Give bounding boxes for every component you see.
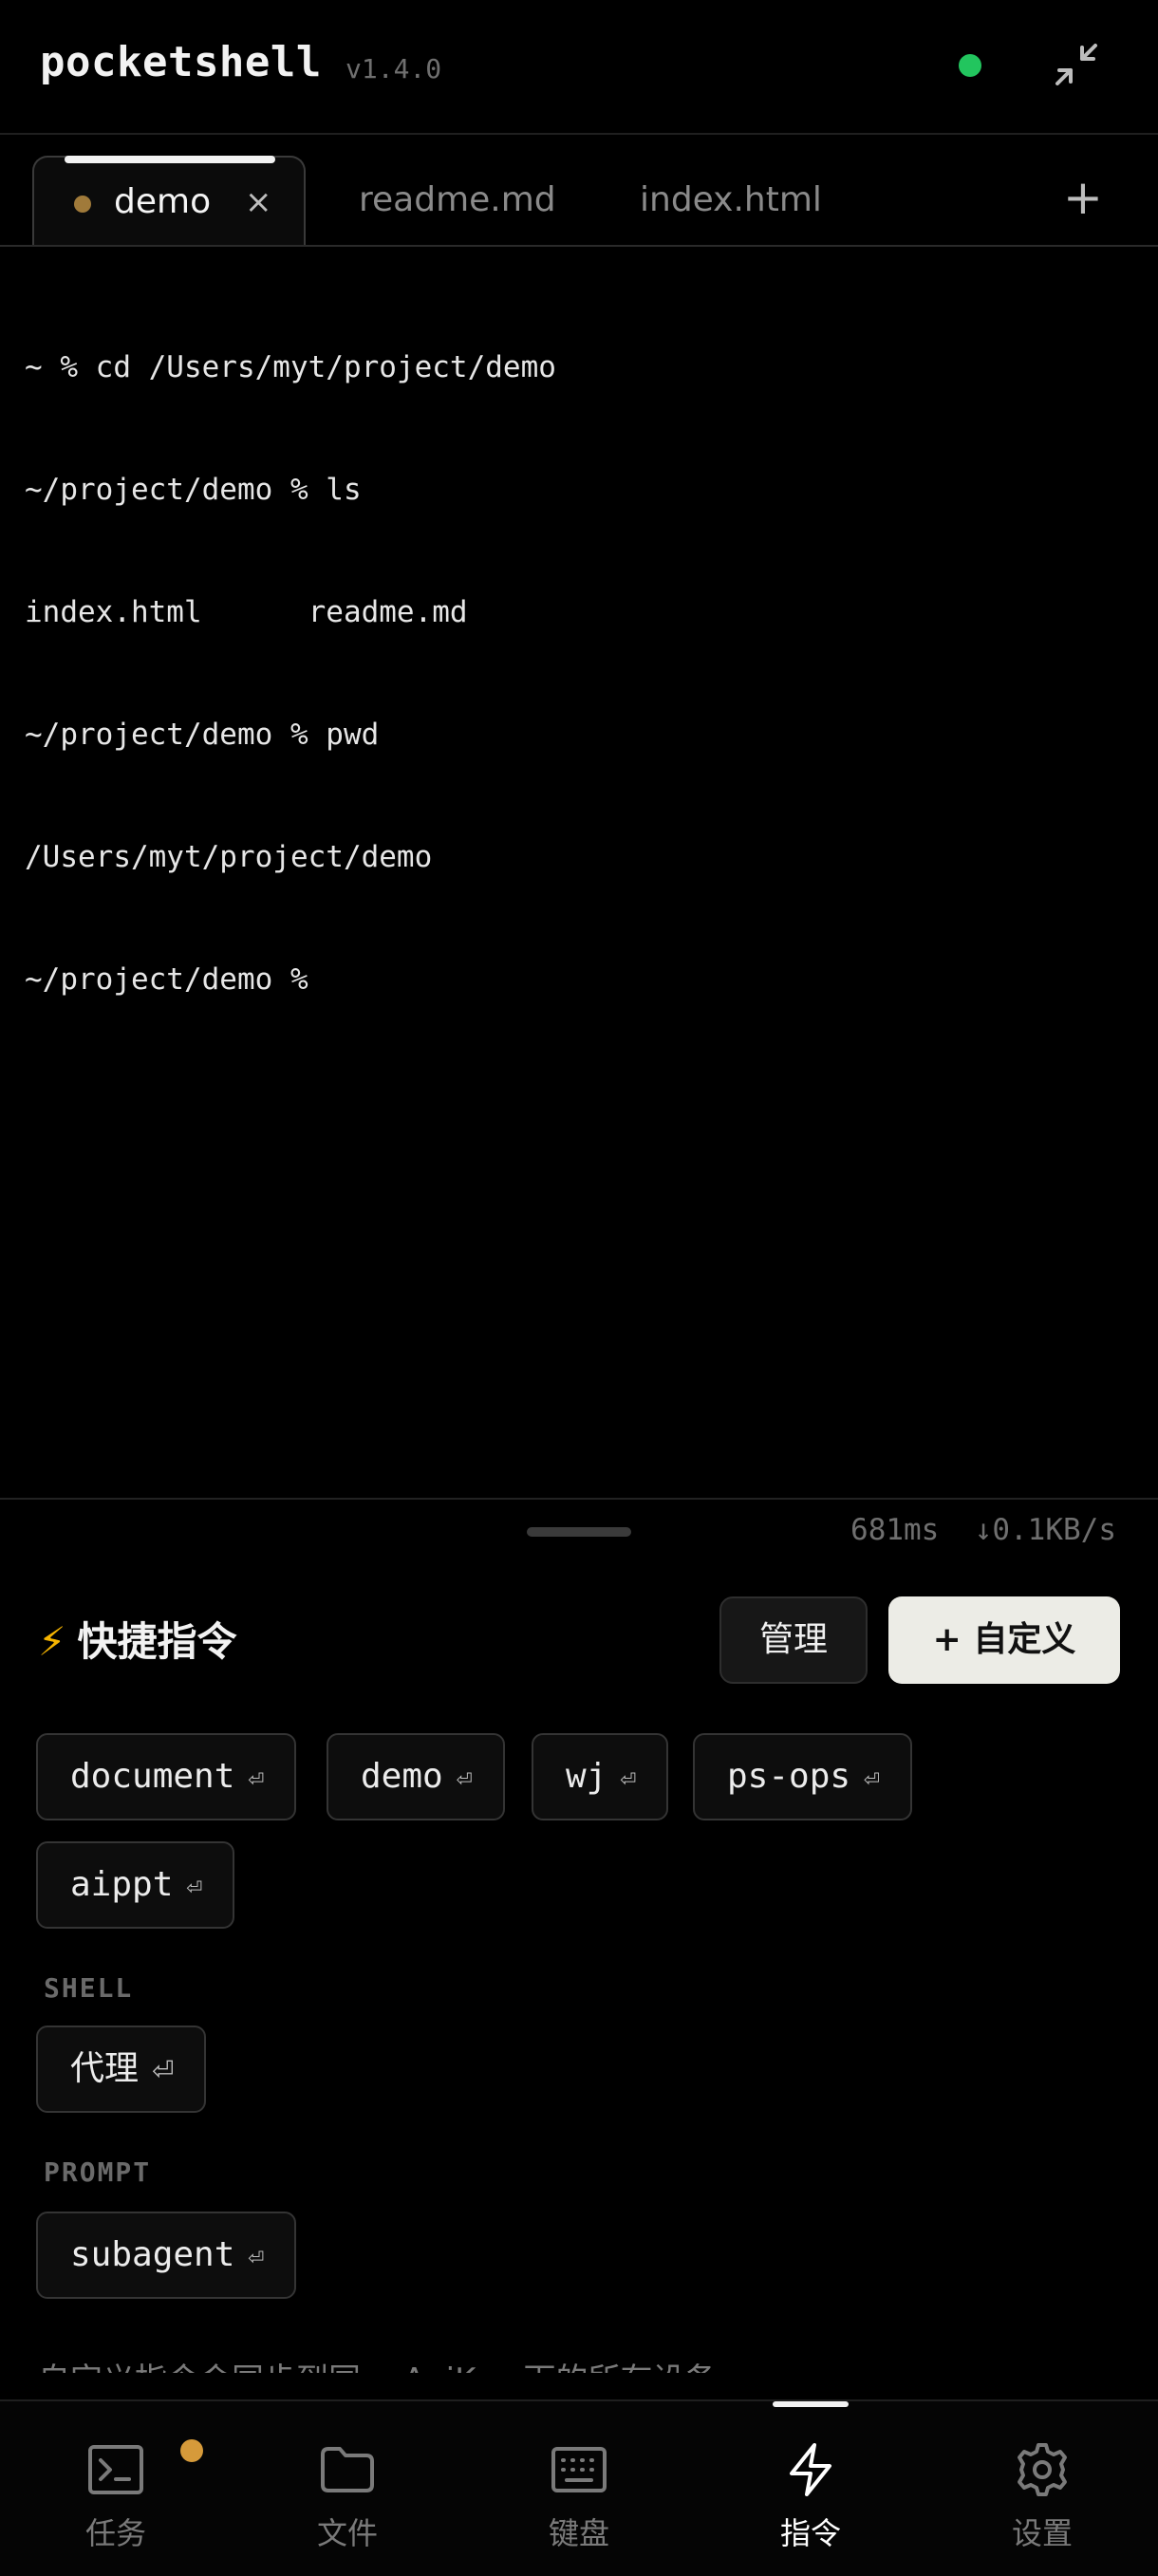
terminal-line: /Users/myt/project/demo xyxy=(25,840,433,874)
command-chip[interactable]: aippt ⏎ xyxy=(36,1841,235,1929)
terminal-output[interactable]: ~ % cd /Users/myt/project/demo ~/project… xyxy=(25,266,1135,1041)
app-title: pocketshell xyxy=(40,38,322,86)
command-chip[interactable]: 代理 ⏎ xyxy=(36,2025,207,2113)
enter-icon: ⏎ xyxy=(248,2241,265,2272)
terminal-line: ~/project/demo % pwd xyxy=(25,718,380,752)
unsaved-dot xyxy=(74,196,91,213)
speed: ↓0.1KB/s xyxy=(974,1513,1116,1547)
settings-icon xyxy=(1018,2443,1067,2496)
nav-label: 文件 xyxy=(316,2515,378,2551)
nav-item-tasks[interactable]: 任务 xyxy=(0,2401,232,2576)
nav-item-files[interactable]: 文件 xyxy=(232,2401,463,2576)
command-chip[interactable]: document ⏎ xyxy=(36,1733,297,1820)
enter-icon: ⏎ xyxy=(864,1763,880,1794)
panel-divider xyxy=(0,1498,1158,1500)
command-label: aippt xyxy=(70,1865,174,1904)
connection-stats: 681ms ↓0.1KB/s xyxy=(850,1513,1116,1547)
connection-status-dot xyxy=(959,54,981,77)
tab-demo[interactable]: demo × xyxy=(32,156,306,245)
section-label-shell: SHELL xyxy=(44,1972,134,2004)
close-icon[interactable]: × xyxy=(245,158,272,247)
lightning-icon: ⚡ xyxy=(38,1618,66,1665)
folder-icon xyxy=(321,2447,374,2492)
command-label: wj xyxy=(566,1757,607,1796)
nav-item-commands[interactable]: 指令 xyxy=(695,2401,926,2576)
command-label: 代理 xyxy=(70,2049,140,2088)
tab-bar: demo × readme.md index.html + xyxy=(0,133,1158,247)
command-label: demo xyxy=(361,1757,443,1796)
nav-label: 键盘 xyxy=(548,2515,609,2551)
tab-index[interactable]: index.html xyxy=(640,156,822,245)
quick-commands-label: 快捷指令 xyxy=(77,1618,237,1665)
terminal-icon xyxy=(88,2445,143,2494)
nav-label: 指令 xyxy=(779,2515,841,2551)
add-custom-button[interactable]: + 自定义 xyxy=(888,1596,1120,1684)
command-label: subagent xyxy=(70,2235,235,2274)
app-version: v1.4.0 xyxy=(346,53,442,84)
command-label: document xyxy=(70,1757,235,1796)
nav-label: 设置 xyxy=(1011,2515,1073,2551)
bottom-nav: 任务 文件 键盘 指令 设置 xyxy=(0,2399,1158,2576)
enter-icon: ⏎ xyxy=(186,1871,203,1902)
enter-icon: ⏎ xyxy=(248,1763,265,1794)
drag-handle[interactable] xyxy=(527,1527,631,1537)
lightning-icon xyxy=(790,2443,831,2496)
terminal-line: ~/project/demo % ls xyxy=(25,473,362,507)
terminal-line: ~/project/demo % xyxy=(25,962,308,997)
command-chip[interactable]: wj ⏎ xyxy=(532,1733,669,1820)
terminal-line: ~ % cd /Users/myt/project/demo xyxy=(25,350,556,384)
sync-note: 自定义指令会同步到同一 ApiKey 下的所有设备 xyxy=(38,2354,718,2373)
command-label: ps-ops xyxy=(727,1757,851,1796)
tab-readme[interactable]: readme.md xyxy=(359,156,556,245)
collapse-icon[interactable] xyxy=(1050,38,1103,91)
manage-button[interactable]: 管理 xyxy=(719,1596,868,1684)
command-chip[interactable]: subagent ⏎ xyxy=(36,2212,297,2299)
notification-badge xyxy=(180,2439,203,2462)
nav-item-settings[interactable]: 设置 xyxy=(926,2401,1158,2576)
enter-icon: ⏎ xyxy=(456,1763,473,1794)
nav-label: 任务 xyxy=(84,2515,146,2551)
add-tab-button[interactable]: + xyxy=(1063,159,1103,235)
quick-commands-title: ⚡ 快捷指令 xyxy=(38,1610,237,1668)
enter-icon: ⏎ xyxy=(152,2055,175,2086)
keyboard-icon xyxy=(551,2447,607,2492)
app-header: pocketshell v1.4.0 xyxy=(0,0,1158,135)
section-label-prompt: PROMPT xyxy=(44,2156,152,2188)
latency: 681ms xyxy=(850,1513,940,1547)
command-chip[interactable]: ps-ops ⏎ xyxy=(693,1733,912,1820)
command-chip[interactable]: demo ⏎ xyxy=(327,1733,505,1820)
terminal-line: index.html readme.md xyxy=(25,595,468,629)
tab-label: demo xyxy=(114,182,212,221)
active-nav-indicator xyxy=(773,2401,849,2407)
enter-icon: ⏎ xyxy=(620,1763,637,1794)
nav-item-keyboard[interactable]: 键盘 xyxy=(463,2401,695,2576)
